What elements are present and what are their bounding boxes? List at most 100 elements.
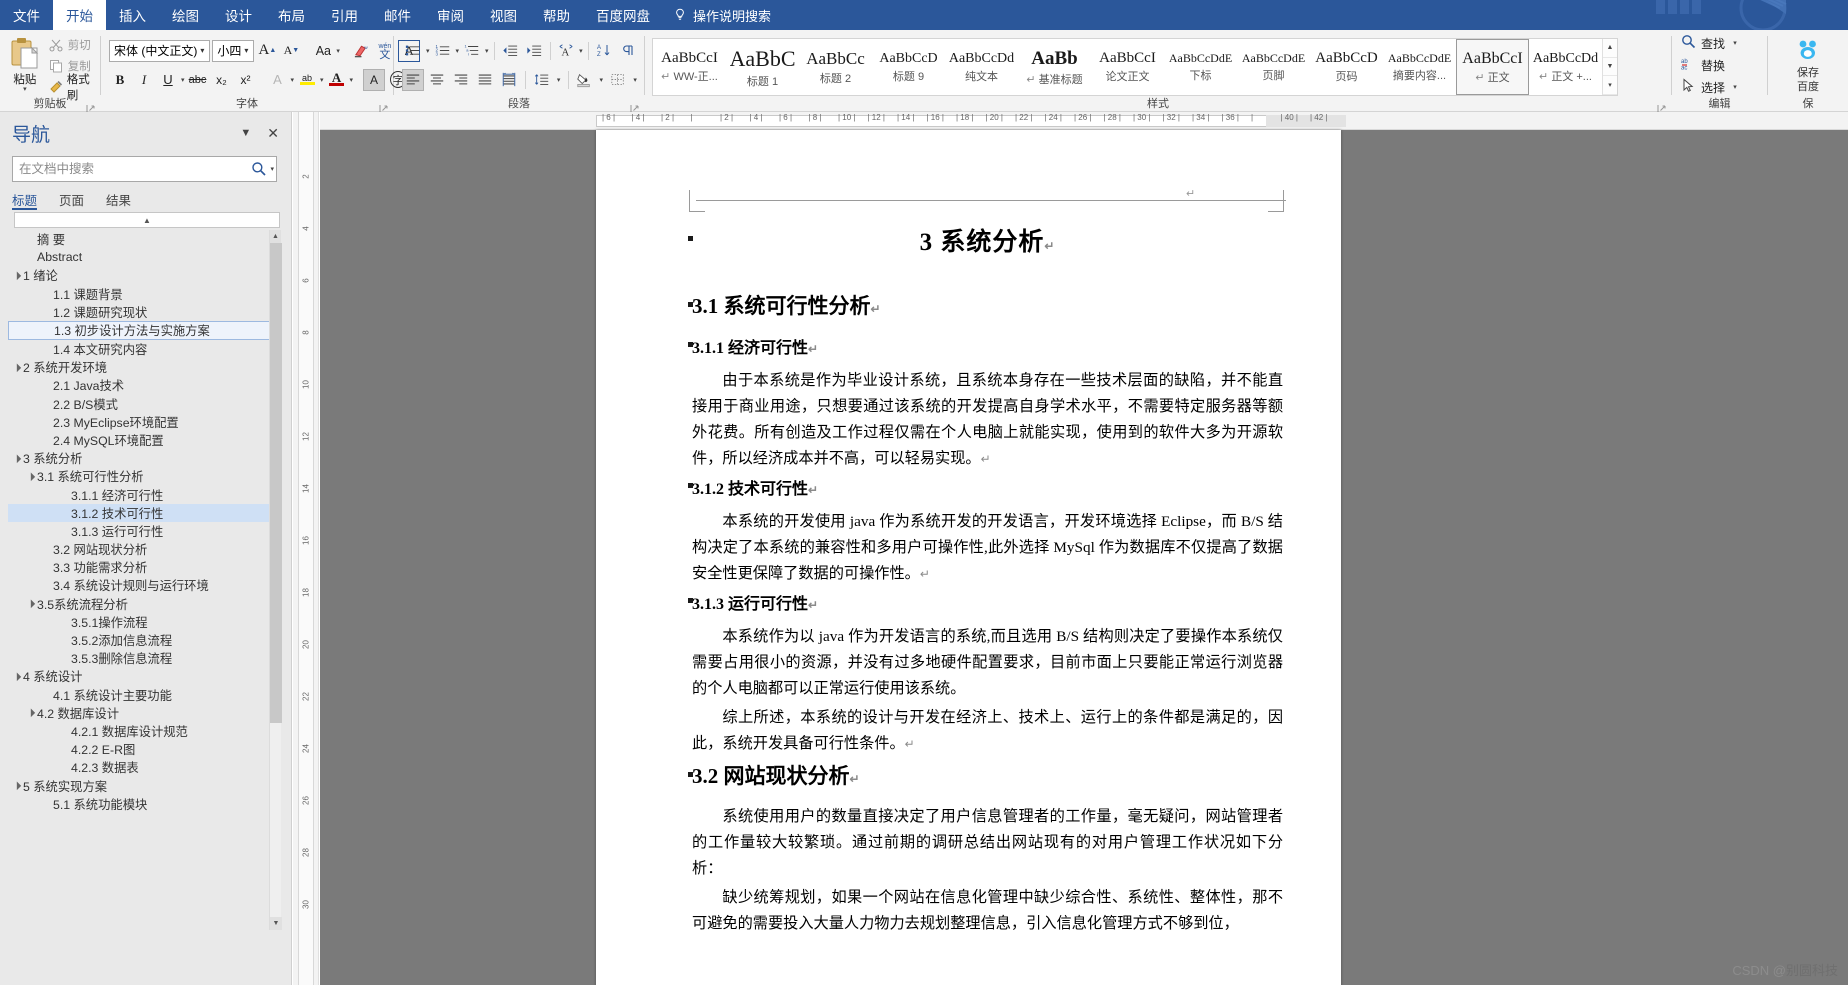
phonetic-guide-button[interactable]: wén 文 — [374, 40, 396, 62]
asian-layout-icon[interactable]: A — [555, 40, 577, 62]
nav-item-7[interactable]: ◢ 2 系统开发环境 — [8, 358, 273, 376]
shading-icon[interactable] — [573, 69, 595, 91]
styles-more[interactable]: ▾ — [1603, 76, 1617, 95]
italic-button[interactable]: I — [133, 69, 155, 91]
search-input[interactable] — [19, 162, 252, 176]
nav-item-26[interactable]: ◢ 4.2 数据库设计 — [8, 704, 273, 722]
line-spacing-caret[interactable]: ▾ — [555, 76, 563, 84]
bullets-caret[interactable]: ▾ — [426, 47, 430, 55]
expand-collapse-triangle-icon[interactable]: ◢ — [23, 596, 39, 612]
style-item-10[interactable]: AaBbCcDdE 摘要内容... — [1383, 39, 1456, 95]
justify-icon[interactable] — [474, 69, 496, 91]
scroll-up-arrow[interactable]: ▲ — [270, 230, 281, 243]
nav-item-6[interactable]: 1.4 本文研究内容 — [8, 340, 273, 358]
ribbon-tab-11[interactable]: 百度网盘 — [583, 0, 663, 30]
ribbon-tab-3[interactable]: 绘图 — [159, 0, 212, 30]
navigation-scroll-top-indicator[interactable]: ▲ — [14, 212, 280, 228]
subscript-button[interactable]: x₂ — [211, 69, 233, 91]
nav-item-13[interactable]: ◢ 3.1 系统可行性分析 — [8, 467, 273, 485]
align-center-icon[interactable] — [426, 69, 448, 91]
ribbon-tab-9[interactable]: 视图 — [477, 0, 530, 30]
expand-collapse-triangle-icon[interactable]: ◢ — [23, 705, 39, 721]
clipboard-dialog-launcher[interactable] — [86, 101, 96, 114]
nav-tab-results[interactable]: 结果 — [106, 190, 131, 210]
font-size-caret[interactable]: ▾ — [241, 46, 251, 55]
nav-item-19[interactable]: 3.4 系统设计规则与运行环境 — [8, 576, 273, 594]
ribbon-tab-8[interactable]: 审阅 — [424, 0, 477, 30]
search-icon[interactable] — [251, 161, 267, 177]
style-item-5[interactable]: AaBb ↵ 基准标题 — [1018, 39, 1091, 95]
style-item-1[interactable]: AaBbC 标题 1 — [726, 39, 799, 95]
document-body[interactable]: 3 系统分析↵ 3.1 系统可行性分析↵ 3.1.1 经济可行性↵ 由于本系统是作为… — [596, 222, 1341, 940]
nav-item-21[interactable]: 3.5.1操作流程 — [8, 613, 273, 631]
line-spacing-icon[interactable] — [531, 69, 553, 91]
nav-item-4[interactable]: 1.2 课题研究现状 — [8, 303, 273, 321]
ribbon-tab-2[interactable]: 插入 — [106, 0, 159, 30]
underline-caret[interactable]: ▾ — [181, 76, 185, 84]
font-color-caret[interactable]: ▾ — [350, 76, 354, 84]
ribbon-tab-1[interactable]: 开始 — [53, 0, 106, 30]
navigation-heading-tree[interactable]: 摘 要 Abstract ◢ 1 绪论 1.1 课题背景 1.2 课题研究现状 1.3 初步… — [8, 230, 273, 930]
ribbon-tab-4[interactable]: 设计 — [212, 0, 265, 30]
nav-item-17[interactable]: 3.2 网站现状分析 — [8, 540, 273, 558]
styles-gallery[interactable]: AaBbCcI ↵ WW-正... AaBbC 标题 1 AaBbCc 标题 2 AaBbC… — [652, 38, 1618, 96]
align-left-icon[interactable] — [402, 68, 424, 91]
align-right-icon[interactable] — [450, 69, 472, 91]
nav-item-14[interactable]: 3.1.1 经济可行性 — [8, 485, 273, 503]
styles-scroll-down[interactable]: ▼ — [1603, 57, 1617, 77]
ribbon-tab-6[interactable]: 引用 — [318, 0, 371, 30]
ribbon-tab-0[interactable]: 文件 — [0, 0, 53, 30]
replace-button[interactable]: ab ac 替换 — [1681, 56, 1762, 75]
expand-collapse-triangle-icon[interactable]: ◢ — [9, 450, 25, 466]
nav-item-12[interactable]: ◢ 3 系统分析 — [8, 449, 273, 467]
nav-item-0[interactable]: 摘 要 — [8, 230, 273, 248]
scrollbar-thumb[interactable] — [270, 243, 282, 723]
find-button[interactable]: 查找 ▾ — [1681, 34, 1762, 53]
cut-button[interactable]: 剪切 — [49, 36, 95, 55]
paste-button[interactable]: 粘贴 ▾ — [5, 34, 45, 97]
style-item-6[interactable]: AaBbCcI 论文正文 — [1091, 39, 1164, 95]
style-item-3[interactable]: AaBbCcD 标题 9 — [872, 39, 945, 95]
decrease-indent-icon[interactable] — [499, 40, 521, 62]
find-caret[interactable]: ▾ — [1730, 39, 1740, 47]
expand-collapse-triangle-icon[interactable]: ◢ — [23, 469, 39, 485]
grow-font-button[interactable]: A ▲ — [256, 40, 278, 62]
nav-item-16[interactable]: 3.1.3 运行可行性 — [8, 522, 273, 540]
select-caret[interactable]: ▾ — [1730, 83, 1740, 91]
text-effects-caret[interactable]: ▾ — [291, 76, 295, 84]
clear-formatting-icon[interactable]: w — [350, 40, 372, 62]
bold-button[interactable]: B — [109, 69, 131, 91]
nav-item-22[interactable]: 3.5.2添加信息流程 — [8, 631, 273, 649]
nav-tab-headings[interactable]: 标题 — [12, 190, 38, 210]
font-color-button[interactable]: A — [326, 69, 348, 91]
scroll-down-arrow[interactable]: ▼ — [270, 917, 282, 930]
expand-collapse-triangle-icon[interactable]: ◢ — [9, 669, 25, 685]
nav-item-30[interactable]: ◢ 5 系统实现方案 — [8, 776, 273, 794]
character-shading-button[interactable]: A — [363, 68, 386, 91]
change-case-button[interactable]: Aa — [312, 40, 334, 62]
nav-item-15[interactable]: 3.1.2 技术可行性 — [8, 503, 273, 522]
expand-collapse-triangle-icon[interactable]: ◢ — [9, 268, 25, 284]
numbering-caret[interactable]: ▾ — [456, 47, 460, 55]
tell-me-search[interactable]: 操作说明搜索 — [663, 0, 781, 30]
shading-caret[interactable]: ▾ — [597, 76, 605, 84]
nav-item-31[interactable]: 5.1 系统功能模块 — [8, 795, 273, 813]
borders-icon[interactable] — [607, 69, 629, 91]
vertical-ruler[interactable]: 2 4 6 8 10 12 14 16 18 20 22 24 26 28 30 — [293, 112, 319, 985]
strikethrough-button[interactable]: abc — [187, 69, 209, 91]
style-item-2[interactable]: AaBbCc 标题 2 — [799, 39, 872, 95]
borders-caret[interactable]: ▾ — [631, 76, 639, 84]
style-item-8[interactable]: AaBbCcDdE 页脚 — [1237, 39, 1310, 95]
nav-item-28[interactable]: 4.2.2 E-R图 — [8, 740, 273, 758]
underline-button[interactable]: U — [157, 69, 179, 91]
numbered-list-icon[interactable]: 123 — [432, 40, 454, 62]
shrink-font-button[interactable]: A ▼ — [280, 40, 302, 62]
change-case-caret[interactable]: ▾ — [336, 47, 340, 55]
nav-item-24[interactable]: ◢ 4 系统设计 — [8, 667, 273, 685]
sort-icon[interactable]: AZ — [593, 40, 615, 62]
nav-item-11[interactable]: 2.4 MySQL环境配置 — [8, 431, 273, 449]
nav-item-29[interactable]: 4.2.3 数据表 — [8, 758, 273, 776]
nav-item-9[interactable]: 2.2 B/S模式 — [8, 395, 273, 413]
highlight-button[interactable]: ab — [296, 69, 318, 91]
style-item-12[interactable]: AaBbCcDd ↵ 正文 +... — [1529, 39, 1602, 95]
